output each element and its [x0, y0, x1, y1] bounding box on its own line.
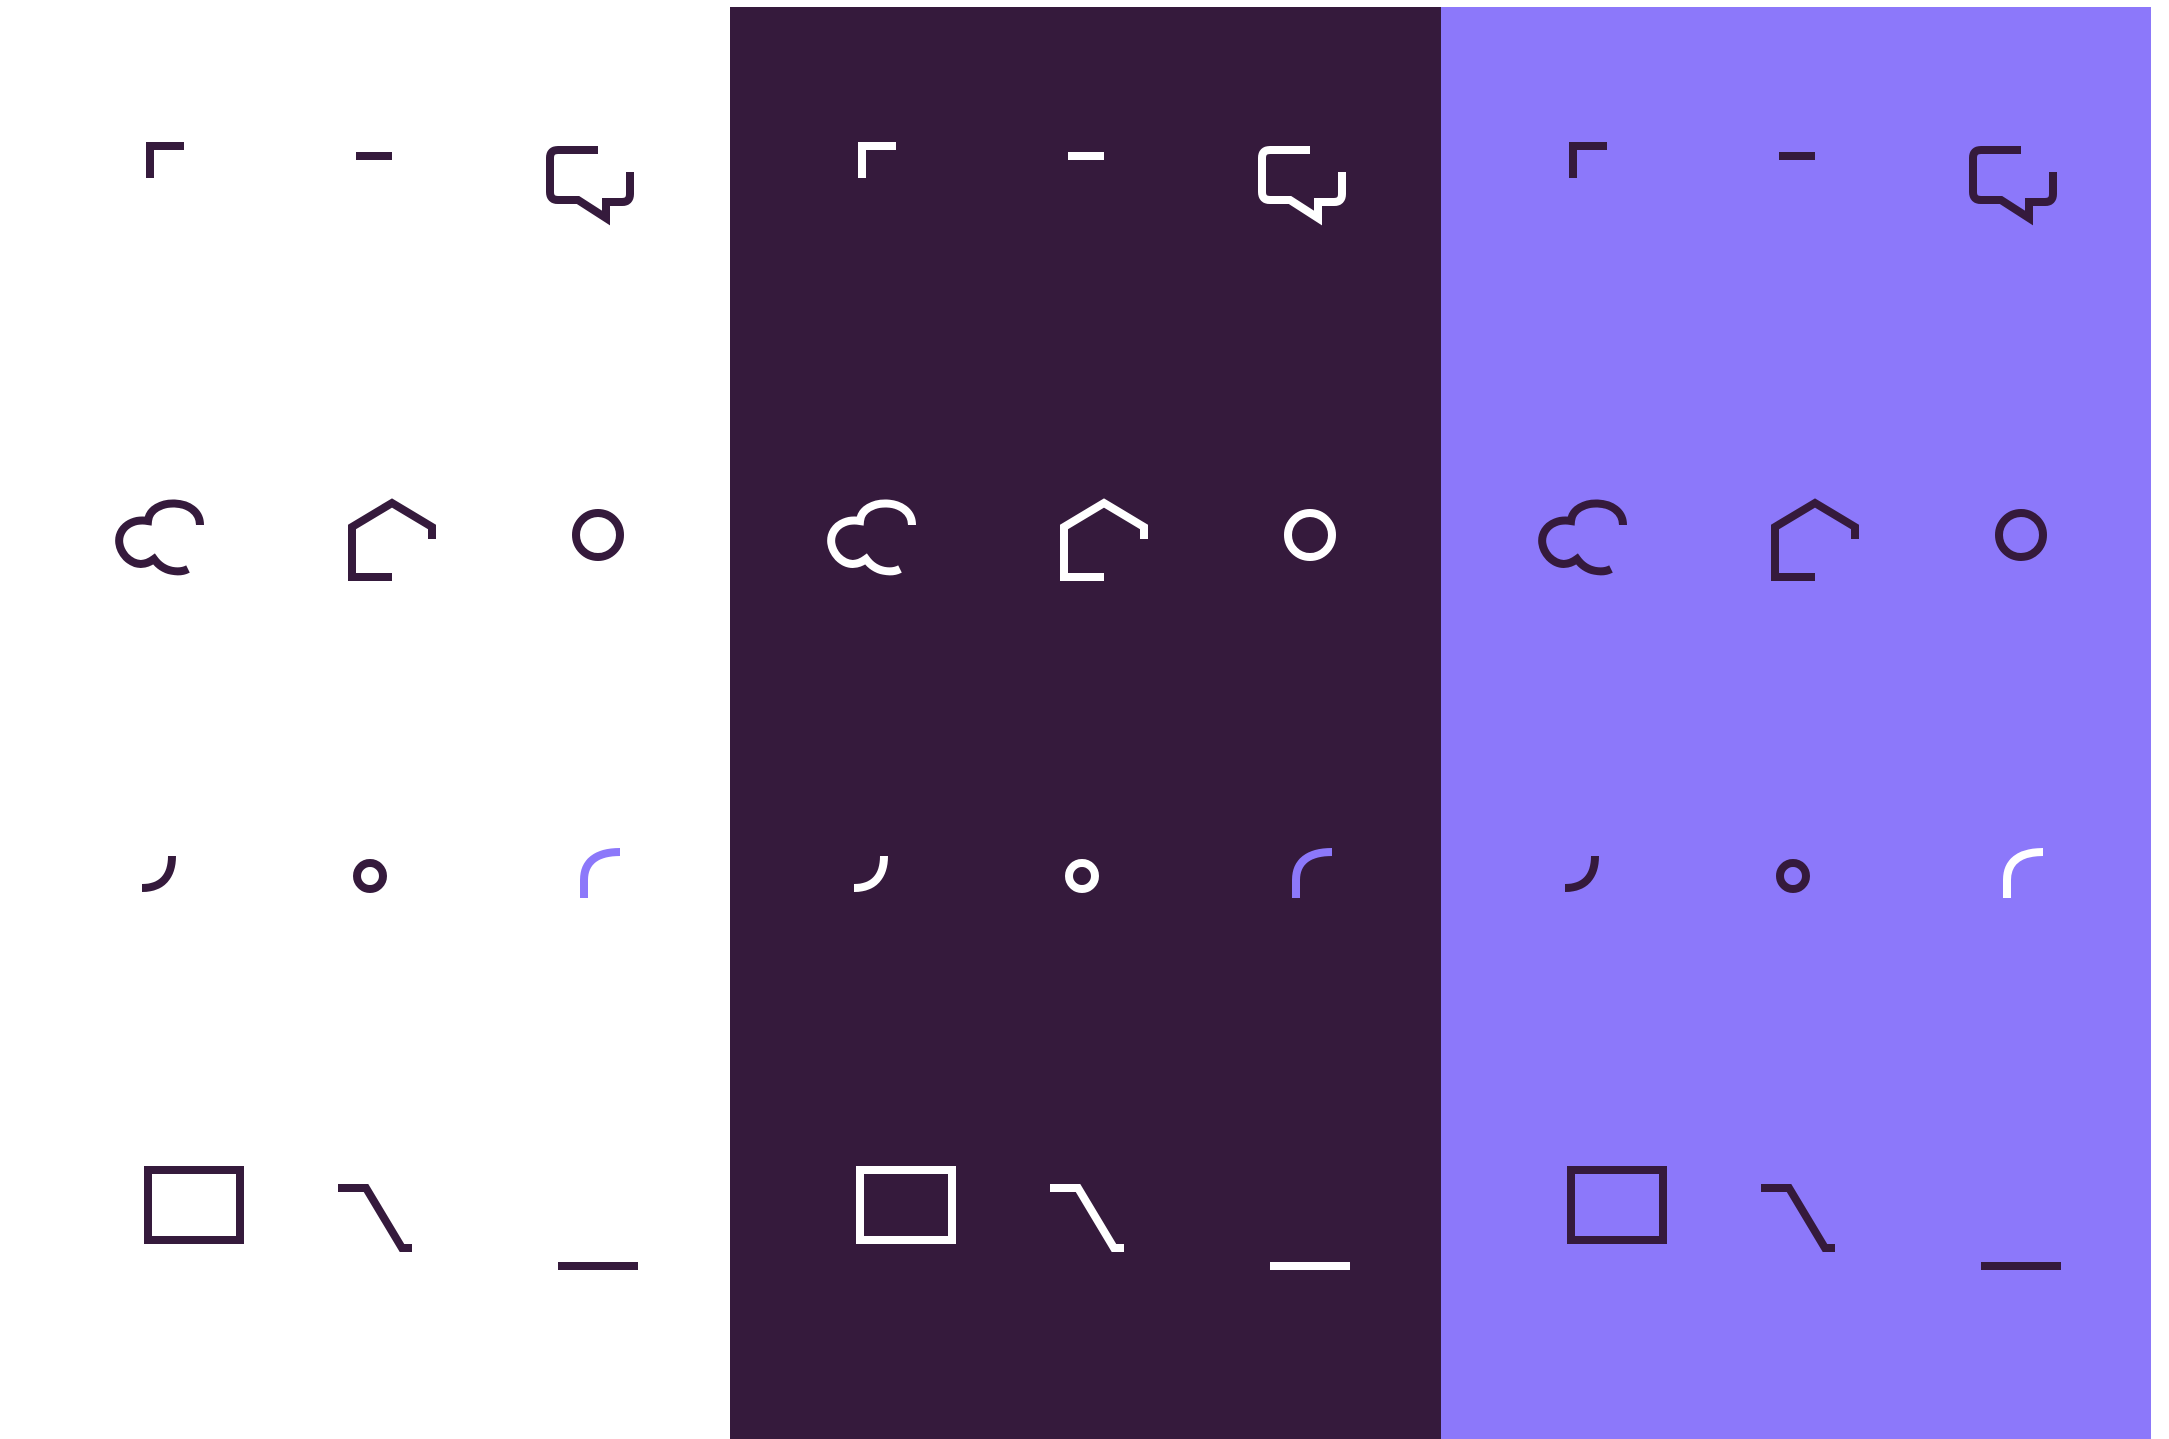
cloud-icon [1538, 499, 1627, 576]
home-icon [1060, 498, 1148, 581]
percent-icon [353, 859, 387, 893]
shuffle-icon [1761, 1184, 1835, 1252]
shuffle-icon [1050, 1184, 1124, 1252]
cloud-icon [827, 499, 916, 576]
chat-icon [1969, 146, 2057, 226]
percent-icon [1776, 859, 1810, 893]
home-icon [1771, 498, 1859, 581]
user-icon [1284, 509, 1336, 561]
percent-icon [1065, 859, 1099, 893]
expand-icon [1569, 142, 1607, 178]
signal-icon [853, 855, 888, 892]
unlock-icon [2003, 848, 2044, 898]
unlock-icon [1292, 848, 1333, 898]
signal-icon [1564, 855, 1599, 892]
chat-icon [546, 146, 634, 226]
user-icon [1995, 509, 2047, 561]
unlock-icon [580, 848, 621, 898]
panel-violet [1441, 7, 2151, 1439]
expand-icon [146, 142, 184, 178]
monitor-icon [856, 1166, 956, 1244]
expand-icon [858, 142, 896, 178]
shuffle-icon [338, 1184, 412, 1252]
icon-grid-light [115, 142, 638, 1270]
icon-grid-violet [1538, 142, 2061, 1270]
monitor-icon [144, 1166, 244, 1244]
cloud-icon [115, 499, 204, 576]
home-icon [348, 498, 436, 581]
icon-grid-dark [827, 142, 1350, 1270]
chat-icon [1258, 146, 1346, 226]
signal-icon [141, 855, 176, 892]
panel-light [18, 7, 730, 1439]
user-icon [572, 509, 624, 561]
monitor-icon [1567, 1166, 1667, 1244]
panel-dark [730, 7, 1441, 1439]
